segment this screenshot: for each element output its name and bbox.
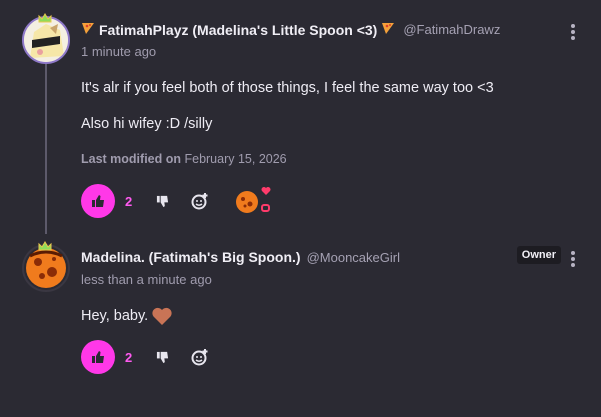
comment-paragraph: Also hi wifey :D /silly	[81, 116, 213, 132]
last-modified-date: February 15, 2026	[184, 152, 287, 166]
avatar[interactable]	[22, 16, 70, 64]
comment-paragraph: Hey, baby.	[81, 306, 173, 326]
reaction-summary[interactable]	[235, 186, 275, 216]
avatar[interactable]	[22, 244, 70, 292]
reactor-avatar	[235, 190, 259, 214]
thumbs-up-icon	[92, 195, 104, 207]
thumbs-down-icon	[156, 351, 168, 363]
like-button[interactable]	[81, 340, 115, 374]
owner-badge: Owner	[516, 246, 561, 264]
heart-icon	[152, 307, 172, 325]
add-reaction-button[interactable]	[189, 346, 211, 368]
dislike-button[interactable]	[151, 346, 173, 368]
like-count: 2	[125, 349, 133, 365]
pizza-icon	[381, 21, 395, 38]
kebab-menu-icon[interactable]	[571, 24, 575, 42]
add-reaction-icon	[191, 193, 208, 210]
like-button[interactable]	[81, 184, 115, 218]
user-handle[interactable]: @MooncakeGirl	[307, 250, 400, 265]
user-handle[interactable]: @FatimahDrawz	[403, 22, 500, 37]
thumbs-up-icon	[92, 351, 104, 363]
heart-icon	[261, 187, 271, 195]
last-modified-label: Last modified on	[81, 152, 181, 166]
thumbs-down-icon	[156, 195, 168, 207]
kebab-menu-icon[interactable]	[571, 251, 575, 269]
dislike-button[interactable]	[151, 190, 173, 212]
display-name[interactable]: FatimahPlayz (Madelina's Little Spoon <3…	[99, 22, 377, 38]
comment-header: FatimahPlayz (Madelina's Little Spoon <3…	[81, 21, 500, 38]
last-modified: Last modified on February 15, 2026	[81, 152, 287, 166]
comment-header: Madelina. (Fatimah's Big Spoon.) @Moonca…	[81, 249, 400, 265]
pizza-icon	[81, 21, 95, 38]
comment-bubble-icon	[261, 204, 270, 212]
comment-actions: 2	[81, 184, 275, 218]
thread-connector	[45, 64, 47, 234]
crown-icon	[38, 10, 52, 23]
add-reaction-icon	[191, 349, 208, 366]
timestamp[interactable]: 1 minute ago	[81, 44, 156, 59]
crown-icon	[38, 238, 52, 251]
timestamp[interactable]: less than a minute ago	[81, 272, 212, 287]
comment-actions: 2	[81, 340, 227, 374]
comment-text: Hey, baby.	[81, 308, 149, 324]
like-count: 2	[125, 193, 133, 209]
add-reaction-button[interactable]	[189, 190, 211, 212]
comment-paragraph: It's alr if you feel both of those thing…	[81, 80, 494, 96]
display-name[interactable]: Madelina. (Fatimah's Big Spoon.)	[81, 249, 301, 265]
